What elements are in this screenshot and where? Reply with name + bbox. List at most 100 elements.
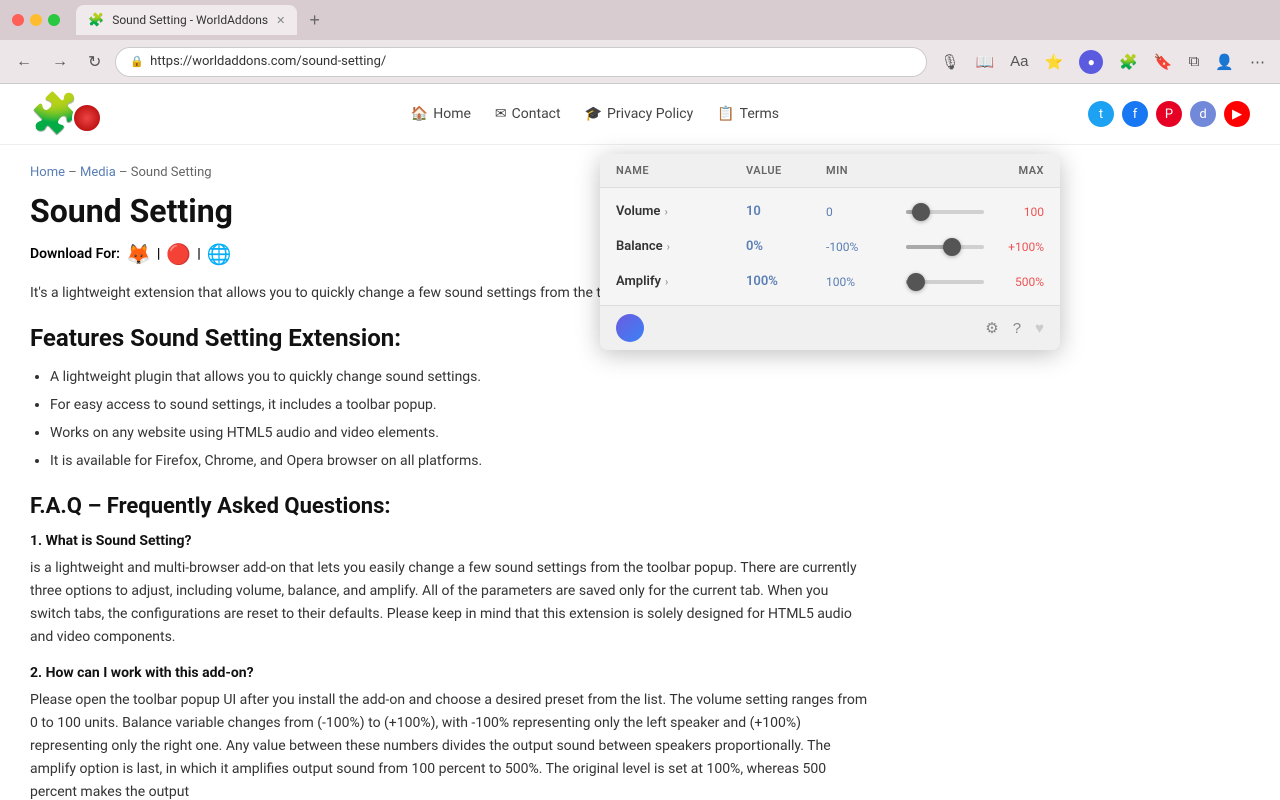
voice-search-button[interactable]: 🎙 — [935, 49, 964, 75]
settings-button[interactable]: ⚙ — [985, 319, 998, 337]
volume-min: 0 — [826, 205, 906, 219]
nav-contact[interactable]: ✉ Contact — [495, 106, 561, 122]
reading-list-button[interactable]: 📖 — [970, 49, 999, 75]
collections-button[interactable]: ⧉ — [1184, 49, 1205, 74]
firefox-badge[interactable]: 🦊 — [126, 242, 151, 266]
chrome-badge[interactable]: 🌐 — [207, 242, 232, 266]
footer-actions: ⚙ ? ♥ — [985, 319, 1044, 337]
col-header-value: VALUE — [746, 164, 826, 177]
faq-a1: is a lightweight and multi-browser add-o… — [30, 557, 870, 649]
balance-label: Balance › — [616, 239, 746, 254]
toolbar-icons: 🎙 📖 Aa ⭐ ● 🧩 🔖 ⧉ 👤 ⋯ — [935, 46, 1270, 78]
logo-accent — [72, 103, 102, 133]
profile-button[interactable]: 👤 — [1210, 49, 1239, 75]
favorites-button[interactable]: ⭐ — [1040, 49, 1069, 75]
popup-header: NAME VALUE MIN MAX — [600, 154, 1060, 188]
faq-a2: Please open the toolbar popup UI after y… — [30, 689, 870, 800]
website-content: 🧩 🏠 Home ✉ Contact 🎓 Privacy Policy 📋 — [0, 84, 1280, 800]
maximize-window-button[interactable] — [48, 14, 60, 26]
twitter-link[interactable]: t — [1088, 101, 1114, 127]
feature-item: A lightweight plugin that allows you to … — [50, 366, 870, 390]
balance-slider[interactable] — [906, 245, 984, 249]
nav-home[interactable]: 🏠 Home — [411, 106, 471, 122]
discord-link[interactable]: d — [1190, 101, 1216, 127]
volume-chevron: › — [664, 205, 667, 218]
menu-button[interactable]: ⋯ — [1245, 49, 1270, 75]
volume-value: 10 — [746, 204, 826, 219]
tab-close-button[interactable]: ✕ — [276, 14, 285, 27]
contact-nav-icon: ✉ — [495, 106, 507, 122]
breadcrumb-home[interactable]: Home — [30, 165, 65, 180]
popup-footer: ⚙ ? ♥ — [600, 305, 1060, 350]
balance-chevron: › — [667, 240, 670, 253]
features-list: A lightweight plugin that allows you to … — [30, 366, 870, 473]
amplify-thumb[interactable] — [907, 273, 925, 291]
active-extension-icon: ● — [1079, 50, 1103, 74]
user-avatar — [616, 314, 644, 342]
translate-button[interactable]: Aa — [1005, 49, 1033, 74]
balance-value: 0% — [746, 239, 826, 254]
browser-toolbar: ← → ↻ 🔒 https://worldaddons.com/sound-se… — [0, 40, 1280, 84]
faq-q2: 2. How can I work with this add-on? — [30, 665, 870, 681]
amplify-value: 100% — [746, 274, 826, 289]
col-header-name: NAME — [616, 164, 746, 177]
back-button[interactable]: ← — [10, 49, 38, 75]
minimize-window-button[interactable] — [30, 14, 42, 26]
amplify-slider[interactable] — [906, 280, 984, 284]
extensions-button[interactable]: ● — [1074, 46, 1108, 78]
bookmark-button[interactable]: 🔖 — [1149, 49, 1178, 75]
traffic-lights — [12, 14, 60, 26]
forward-button[interactable]: → — [46, 49, 74, 75]
opera-badge[interactable]: 🔴 — [166, 242, 191, 266]
lock-icon: 🔒 — [130, 55, 144, 68]
site-header: 🧩 🏠 Home ✉ Contact 🎓 Privacy Policy 📋 — [0, 84, 1280, 145]
col-header-max: MAX — [984, 164, 1044, 177]
balance-track — [906, 245, 984, 249]
browser-window: 🧩 Sound Setting - WorldAddons ✕ + ← → ↻ … — [0, 0, 1280, 800]
amplify-min: 100% — [826, 275, 906, 289]
popup-rows: Volume › 10 0 100 — [600, 188, 1060, 305]
feature-item: For easy access to sound settings, it in… — [50, 394, 870, 418]
site-logo: 🧩 — [30, 94, 102, 134]
browser-titlebar: 🧩 Sound Setting - WorldAddons ✕ + — [0, 0, 1280, 40]
new-tab-button[interactable]: + — [305, 10, 324, 31]
feature-item: It is available for Firefox, Chrome, and… — [50, 450, 870, 474]
balance-min: -100% — [826, 240, 906, 254]
social-icons: t f P d ▶ — [1088, 101, 1250, 127]
help-button[interactable]: ? — [1013, 320, 1021, 337]
amplify-chevron: › — [665, 275, 668, 288]
volume-track — [906, 210, 984, 214]
favorite-button[interactable]: ♥ — [1035, 320, 1044, 337]
terms-nav-icon: 📋 — [717, 106, 734, 122]
balance-fill — [906, 245, 945, 249]
nav-terms[interactable]: 📋 Terms — [717, 106, 779, 122]
reload-button[interactable]: ↻ — [82, 48, 107, 76]
extensions-menu-button[interactable]: 🧩 — [1114, 49, 1143, 75]
close-window-button[interactable] — [12, 14, 24, 26]
privacy-nav-icon: 🎓 — [585, 106, 602, 122]
col-header-slider — [906, 164, 984, 177]
download-label: Download For: — [30, 246, 120, 262]
active-tab[interactable]: 🧩 Sound Setting - WorldAddons ✕ — [76, 5, 297, 35]
facebook-link[interactable]: f — [1122, 101, 1148, 127]
breadcrumb-media[interactable]: Media — [80, 165, 116, 180]
url-text: https://worldaddons.com/sound-setting/ — [150, 54, 386, 69]
faq-title: F.A.Q – Frequently Asked Questions: — [30, 494, 870, 519]
feature-item: Works on any website using HTML5 audio a… — [50, 422, 870, 446]
site-navigation: 🏠 Home ✉ Contact 🎓 Privacy Policy 📋 Term… — [411, 106, 779, 122]
volume-slider[interactable] — [906, 210, 984, 214]
address-bar[interactable]: 🔒 https://worldaddons.com/sound-setting/ — [115, 47, 927, 77]
nav-privacy[interactable]: 🎓 Privacy Policy — [585, 106, 694, 122]
pinterest-link[interactable]: P — [1156, 101, 1182, 127]
tab-favicon: 🧩 — [88, 13, 104, 28]
youtube-link[interactable]: ▶ — [1224, 101, 1250, 127]
balance-row: Balance › 0% -100% +100% — [600, 229, 1060, 264]
balance-max: +100% — [984, 240, 1044, 254]
home-nav-icon: 🏠 — [411, 106, 428, 122]
amplify-label: Amplify › — [616, 274, 746, 289]
breadcrumb-current: Sound Setting — [131, 165, 212, 180]
faq-q1: 1. What is Sound Setting? — [30, 533, 870, 549]
amplify-max: 500% — [984, 275, 1044, 289]
balance-thumb[interactable] — [943, 238, 961, 256]
volume-thumb[interactable] — [912, 203, 930, 221]
